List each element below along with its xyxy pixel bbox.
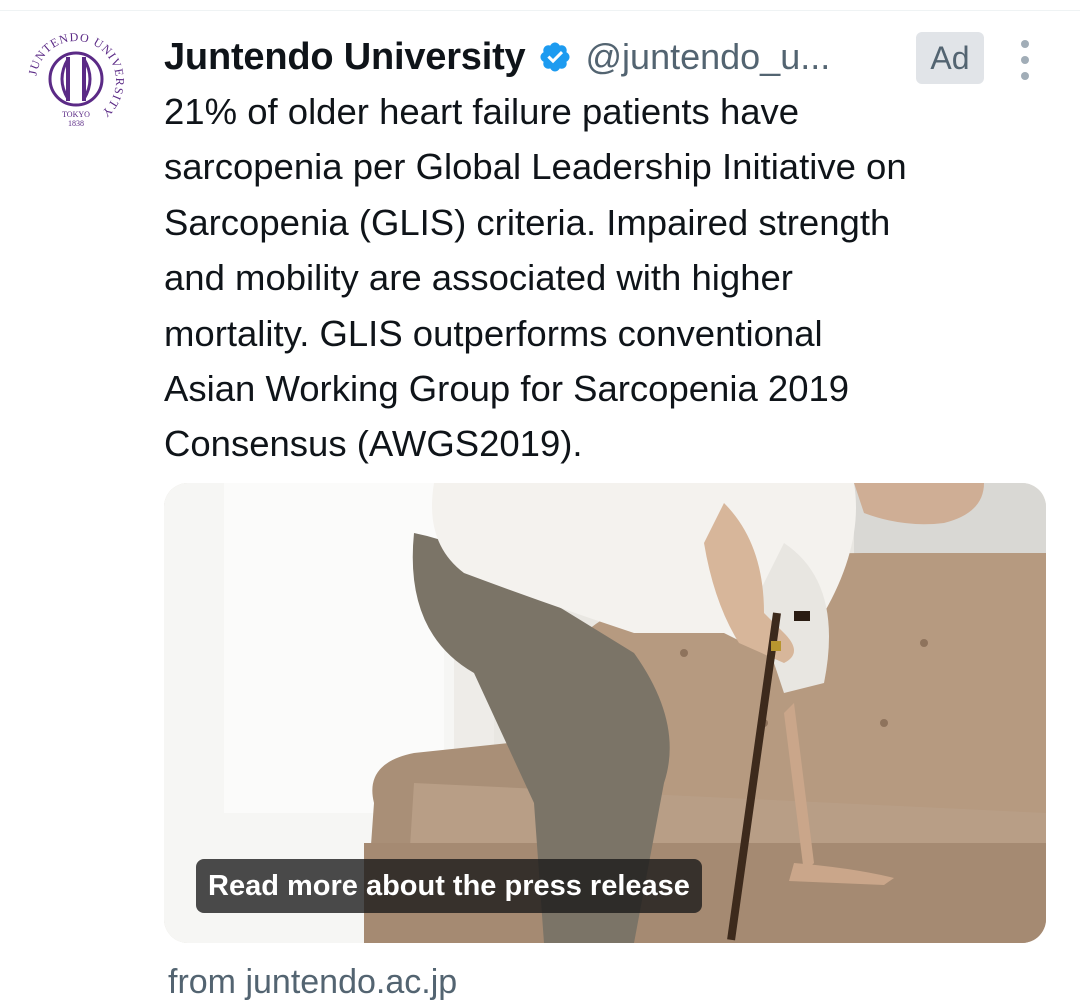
more-options-icon[interactable] <box>1016 40 1034 80</box>
more-dot <box>1021 56 1029 64</box>
more-dot <box>1021 40 1029 48</box>
verified-badge-icon[interactable] <box>538 40 572 74</box>
seal-tokyo-text: TOKYO <box>62 110 90 119</box>
more-dot <box>1021 72 1029 80</box>
top-divider <box>0 10 1080 11</box>
post-body-text: 21% of older heart failure patients have… <box>164 91 907 465</box>
avatar[interactable]: JUNTENDO UNIVERSITY TOKYO 1838 <box>25 30 126 129</box>
ad-badge: Ad <box>916 32 984 84</box>
author-handle[interactable]: @juntendo_u... <box>586 36 831 78</box>
university-seal-logo: JUNTENDO UNIVERSITY TOKYO 1838 <box>25 30 126 128</box>
seal-year-text: 1838 <box>68 119 84 128</box>
media-caption[interactable]: Read more about the press release <box>196 859 702 913</box>
post-header: Juntendo University @juntendo_u... <box>164 30 830 84</box>
author-name[interactable]: Juntendo University <box>164 36 526 79</box>
media-card[interactable]: Read more about the press release <box>164 483 1046 943</box>
source-link[interactable]: from juntendo.ac.jp <box>168 960 457 1004</box>
